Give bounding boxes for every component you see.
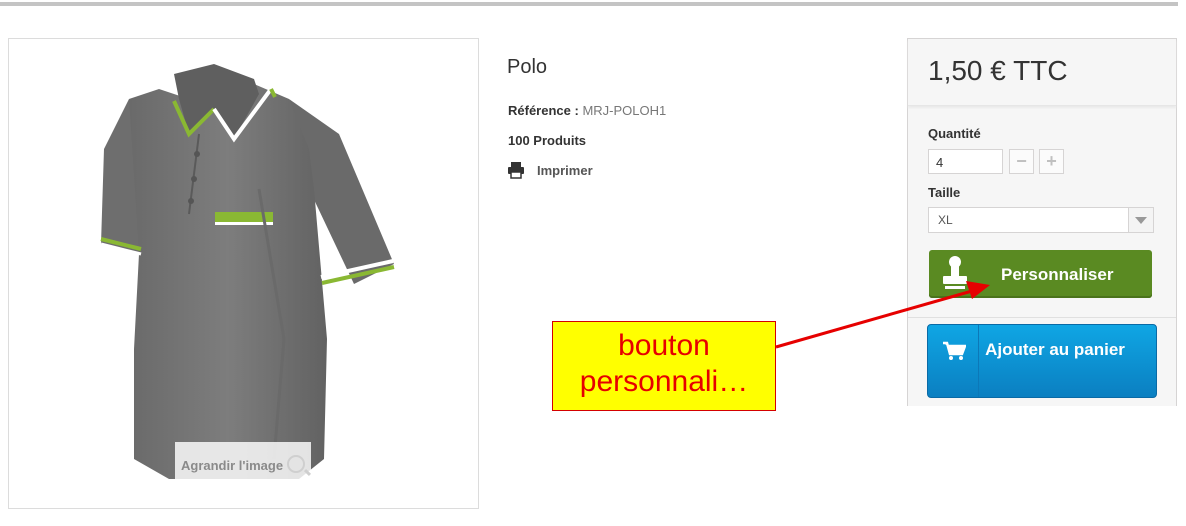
stamp-icon (943, 256, 967, 289)
print-label: Imprimer (537, 163, 593, 178)
personalize-button[interactable]: Personnaliser (929, 250, 1152, 298)
add-to-cart-label: Ajouter au panier (985, 340, 1125, 359)
reference-value: MRJ-POLOH1 (582, 103, 667, 118)
price-box: 1,50 € TTC (908, 39, 1176, 106)
callout-annotation: bouton personnali… (552, 321, 776, 411)
personalize-label: Personnaliser (1001, 265, 1114, 284)
size-select[interactable]: XL (928, 207, 1154, 233)
quantity-input[interactable]: 4 (928, 149, 1003, 174)
size-label: Taille (928, 185, 961, 200)
quantity-minus-button[interactable]: − (1009, 149, 1034, 174)
add-to-cart-button[interactable]: Ajouter au panier (927, 324, 1157, 398)
printer-icon (508, 162, 524, 179)
stock-quantity: 100 Produits (508, 133, 587, 148)
cart-icon (943, 341, 966, 360)
reference-label: Référence : (508, 103, 579, 118)
product-image-box[interactable]: Agrandir l'image (8, 38, 479, 509)
zoom-image-button[interactable]: Agrandir l'image (175, 442, 311, 486)
top-divider (0, 2, 1178, 6)
zoom-image-label: Agrandir l'image (181, 458, 284, 473)
quantity-label: Quantité (928, 126, 981, 141)
chevron-down-icon (1128, 208, 1153, 232)
options-box: Quantité 4 − + Taille XL Personnaliser (908, 109, 1176, 315)
buy-box: 1,50 € TTC Quantité 4 − + Taille XL Pers… (907, 38, 1177, 406)
product-title: Polo (507, 56, 548, 78)
price: 1,50 € TTC (928, 55, 1068, 86)
cart-box: Ajouter au panier (908, 317, 1176, 406)
quantity-plus-button[interactable]: + (1039, 149, 1064, 174)
cart-icon-area (928, 325, 979, 397)
product-reference: Référence : MRJ-POLOH1 (508, 103, 666, 118)
size-selected-value: XL (938, 213, 953, 227)
magnifier-icon (287, 455, 305, 473)
polo-shirt-image (100, 64, 395, 479)
